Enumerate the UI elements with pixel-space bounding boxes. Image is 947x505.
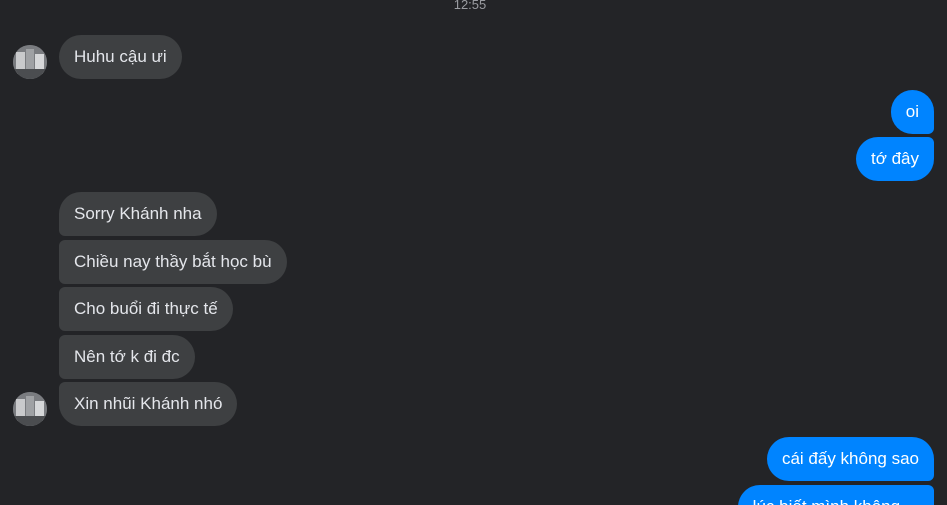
- contact-avatar[interactable]: [13, 392, 47, 426]
- outgoing-message[interactable]: oi: [890, 90, 934, 134]
- outgoing-message[interactable]: tớ đây: [855, 137, 934, 181]
- message-timestamp: 12:55: [453, 0, 487, 12]
- incoming-message[interactable]: Chiều nay thầy bắt học bù: [59, 240, 287, 284]
- outgoing-message[interactable]: lúc biết mình không ...: [737, 485, 934, 505]
- incoming-message[interactable]: Sorry Khánh nha: [59, 192, 217, 236]
- chat-thread: 12:55 Huhu cậu ưi oi tớ đây Sorry Khánh …: [0, 0, 947, 505]
- incoming-message[interactable]: Huhu cậu ưi: [59, 35, 182, 79]
- incoming-message[interactable]: Cho buổi đi thực tế: [59, 287, 233, 331]
- contact-avatar[interactable]: [13, 45, 47, 79]
- outgoing-message[interactable]: cái đấy không sao: [766, 437, 934, 481]
- incoming-message[interactable]: Xin nhũi Khánh nhó: [59, 382, 238, 426]
- incoming-message[interactable]: Nên tớ k đi đc: [59, 335, 195, 379]
